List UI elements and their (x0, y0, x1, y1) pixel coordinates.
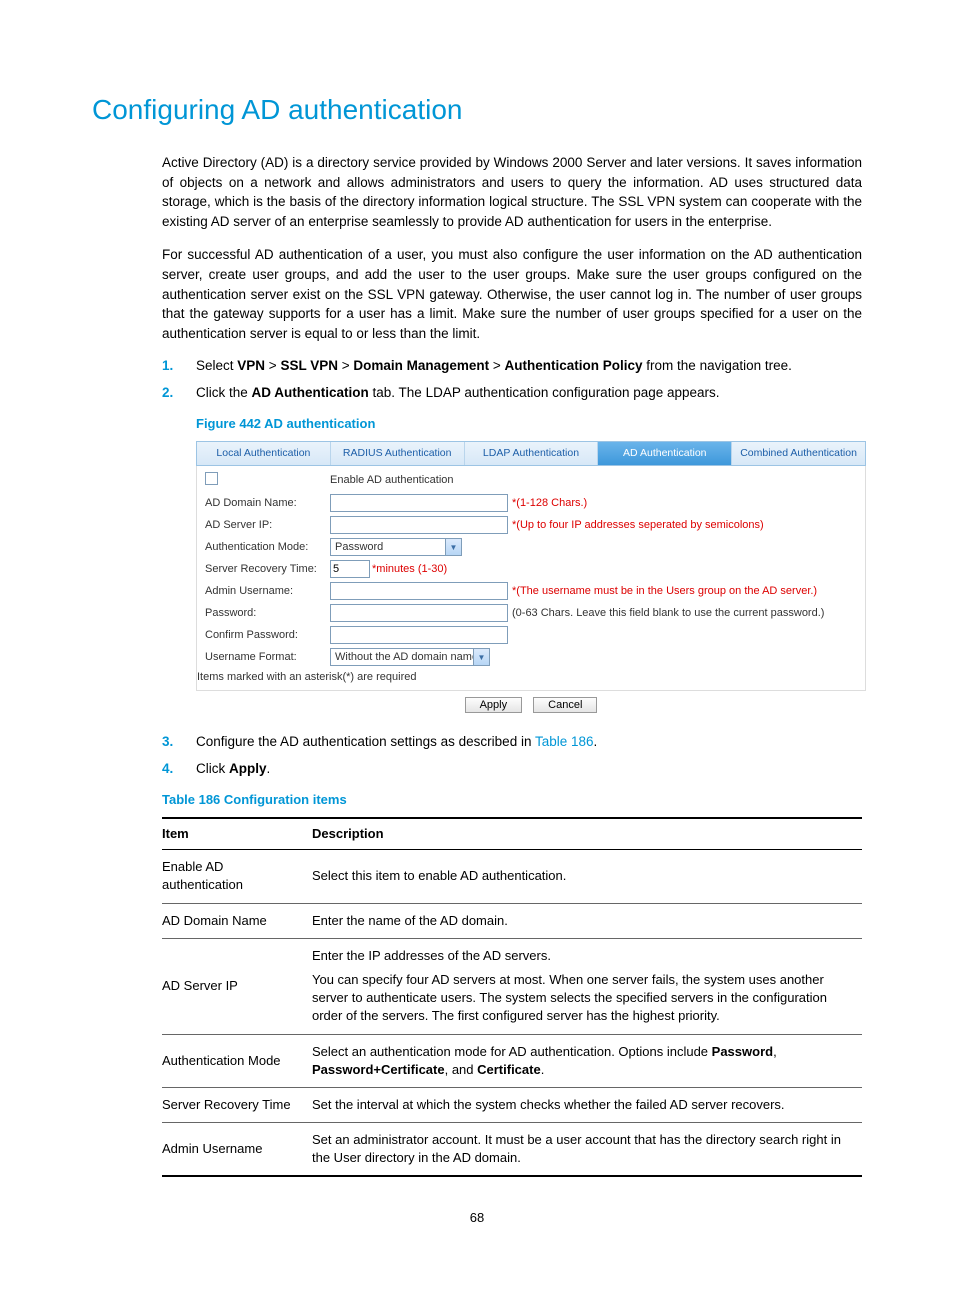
recovery-time-input[interactable] (330, 560, 370, 578)
auth-tabs: Local Authentication RADIUS Authenticati… (196, 441, 866, 466)
enable-ad-checkbox[interactable] (205, 472, 218, 485)
step-2: Click the AD Authentication tab. The LDA… (162, 384, 862, 403)
config-table: Item Description Enable AD authenticatio… (162, 817, 862, 1177)
table-caption: Table 186 Configuration items (162, 791, 862, 809)
table-row: Admin Username Set an administrator acco… (162, 1123, 862, 1177)
admin-username-input[interactable] (330, 582, 508, 600)
table-head-item: Item (162, 818, 312, 850)
table-head-desc: Description (312, 818, 862, 850)
ad-serverip-hint: *(Up to four IP addresses seperated by s… (512, 518, 764, 533)
ad-serverip-label: AD Server IP: (205, 518, 330, 533)
tab-radius-auth[interactable]: RADIUS Authentication (331, 442, 465, 465)
tab-ad-auth[interactable]: AD Authentication (598, 442, 732, 465)
tab-ldap-auth[interactable]: LDAP Authentication (465, 442, 599, 465)
table-row: Server Recovery Time Set the interval at… (162, 1087, 862, 1122)
recovery-time-label: Server Recovery Time: (205, 562, 330, 577)
ad-serverip-input[interactable] (330, 516, 508, 534)
required-note: Items marked with an asterisk(*) are req… (197, 668, 865, 689)
ad-domain-label: AD Domain Name: (205, 496, 330, 511)
ad-domain-input[interactable] (330, 494, 508, 512)
table-row: AD Domain Name Enter the name of the AD … (162, 903, 862, 938)
tab-local-auth[interactable]: Local Authentication (197, 442, 331, 465)
page-title: Configuring AD authentication (92, 90, 862, 129)
ad-auth-ui: Local Authentication RADIUS Authenticati… (196, 441, 866, 723)
table-186-link[interactable]: Table 186 (535, 734, 594, 749)
table-row: Authentication Mode Select an authentica… (162, 1034, 862, 1087)
tab-combined-auth[interactable]: Combined Authentication (732, 442, 865, 465)
username-format-label: Username Format: (205, 650, 330, 665)
admin-username-label: Admin Username: (205, 584, 330, 599)
step-3: Configure the AD authentication settings… (162, 733, 862, 752)
password-input[interactable] (330, 604, 508, 622)
intro-paragraph-1: Active Directory (AD) is a directory ser… (162, 153, 862, 231)
table-row: AD Server IP Enter the IP addresses of t… (162, 938, 862, 1034)
chevron-down-icon: ▼ (473, 649, 489, 665)
auth-mode-label: Authentication Mode: (205, 540, 330, 555)
password-hint: (0-63 Chars. Leave this field blank to u… (512, 606, 824, 621)
step-1: Select VPN > SSL VPN > Domain Management… (162, 357, 862, 376)
recovery-time-hint: *minutes (1-30) (372, 562, 447, 577)
username-format-select[interactable]: Without the AD domain name ▼ (330, 648, 490, 666)
enable-ad-label: Enable AD authentication (330, 473, 454, 488)
step-4: Click Apply. (162, 760, 862, 779)
confirm-password-input[interactable] (330, 626, 508, 644)
intro-paragraph-2: For successful AD authentication of a us… (162, 245, 862, 343)
confirm-password-label: Confirm Password: (205, 628, 330, 643)
apply-button[interactable]: Apply (465, 697, 523, 713)
ad-domain-hint: *(1-128 Chars.) (512, 496, 587, 511)
cancel-button[interactable]: Cancel (533, 697, 597, 713)
password-label: Password: (205, 606, 330, 621)
page-number: 68 (92, 1209, 862, 1227)
auth-mode-select[interactable]: Password ▼ (330, 538, 462, 556)
admin-username-hint: *(The username must be in the Users grou… (512, 584, 817, 599)
table-row: Enable AD authentication Select this ite… (162, 850, 862, 903)
chevron-down-icon: ▼ (445, 539, 461, 555)
figure-caption: Figure 442 AD authentication (196, 415, 862, 433)
